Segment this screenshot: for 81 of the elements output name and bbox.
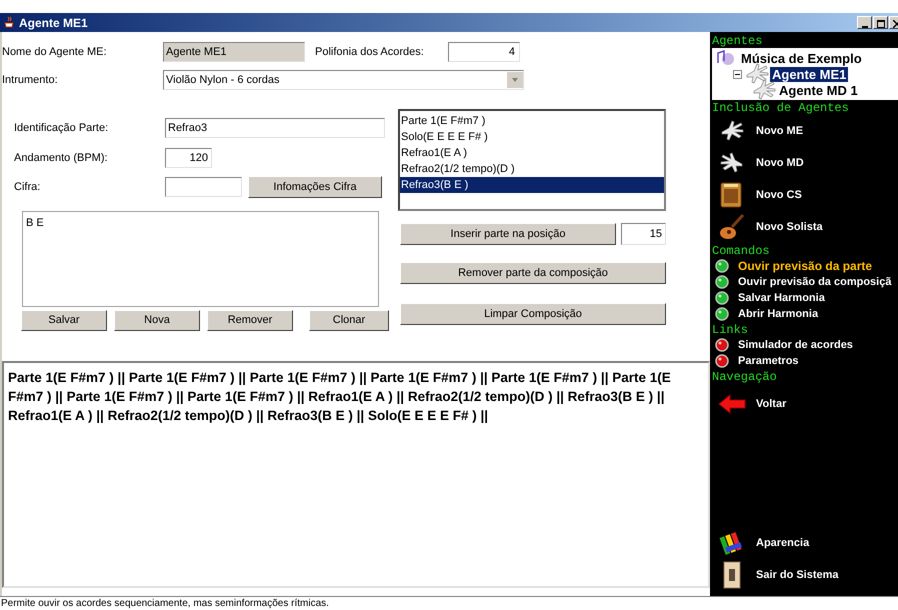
position-field[interactable]: 15 [621,223,666,245]
bullet-icon [715,291,729,305]
list-item[interactable]: Solo(E E E E F# ) [400,129,664,145]
field-label: Nome do Agente ME: [2,44,108,60]
status-bar: Permite ouvir os acordes sequenciamente, mas seminformações rítmicas. [0,596,898,610]
sidebar-link[interactable]: Voltar [712,384,898,424]
link-label: Novo MD [756,156,804,171]
part-action-button[interactable]: Nova [114,310,200,331]
insert-part-button[interactable]: Inserir parte na posição [400,223,616,245]
link-label: Abrir Harmonia [738,306,818,322]
crayons-icon [719,530,745,556]
window-title: Agente ME1 [19,14,88,32]
link-label: Ouvir previsão da composiçã [738,274,892,290]
field-label: Identificação Parte: [14,120,110,136]
tree-item[interactable]: Música de Exemplo [739,50,864,66]
sidebar-link[interactable]: Novo Solista [712,211,898,243]
chord-field[interactable] [165,177,242,197]
sidebar-link[interactable]: Abrir Harmonia [712,306,898,322]
part-action-button[interactable]: Remover [207,310,293,331]
link-label: Novo ME [756,124,804,139]
light-switch-icon [723,561,741,589]
sidebar-link[interactable]: Salvar Harmonia [712,290,898,306]
music-note-icon [715,50,735,66]
field-label: Cifra: [14,180,42,195]
bullet-icon [715,275,729,289]
link-label: Novo Solista [756,220,823,235]
sidebar-link[interactable]: Sair do Sistema [712,559,898,591]
section-heading: Agentes [712,34,764,48]
part-id-field[interactable]: Refrao3 [165,118,385,138]
section-heading: Inclusão de Agentes [712,101,850,115]
link-label: Voltar [756,396,786,412]
link-label: Novo CS [756,188,802,203]
instrument-dropdown[interactable]: Violão Nylon - 6 cordas [163,70,524,90]
sidebar-link[interactable]: Simulador de acordes [712,337,898,353]
sidebar-link[interactable]: Ouvir previsão da composiçã [712,274,898,290]
composition-text-area[interactable]: Parte 1(E F#m7 ) || Parte 1(E F#m7 ) || Parte 1(E F#m7 ) || Parte 1(E F#m7 ) || Parte 1(E F#m7 ) || Parte 1(E F#m7 ) || Parte 1(E F#m7 ) || Parte 1(E F#m7 ) || Refrao1(E A ) || Refrao2(1/2 tempo)(D ) || Refrao3(B E ) || Refrao1(E A ) || Refrao2(1/2 tempo)(D ) || Refrao3(B E ) || Solo(E E E E F# ) || [2,361,710,588]
sidebar-link[interactable]: Ouvir previsão da parte [712,258,898,274]
part-action-button[interactable]: Clonar [309,310,389,331]
left-arrow-icon [718,393,746,415]
collapse-icon[interactable] [733,70,742,78]
remove-part-button[interactable]: Remover parte da composição [400,262,666,284]
list-item[interactable]: Refrao1(E A ) [400,145,664,161]
link-label: Sair do Sistema [756,568,839,583]
maximize-icon [876,20,884,28]
polyphony-field[interactable]: 4 [448,42,520,62]
link-label: Simulador de acordes [738,338,853,353]
bullet-icon [715,307,729,321]
guitar-icon [719,213,745,241]
section-heading: Navegação [712,370,778,384]
list-item[interactable]: Refrao3(B E ) [400,177,664,193]
link-label: Aparencia [756,536,810,551]
agent-name-field[interactable]: Agente ME1 [163,42,305,62]
java-cup-icon [3,16,15,29]
chord-info-button[interactable]: Infomações Cifra [248,176,382,198]
part-action-button[interactable]: Salvar [21,310,107,331]
link-label: Parametros [738,354,799,369]
maximize-button[interactable] [873,16,888,29]
minimize-icon [862,24,868,28]
field-label: Polifonia dos Acordes: [315,44,425,60]
field-label: Andamento (BPM): [14,150,109,166]
bullet-icon [715,259,729,273]
link-label: Ouvir previsão da parte [738,258,872,275]
sidebar-link[interactable]: Novo CS [712,179,898,211]
dropdown-value: Violão Nylon - 6 cordas [166,72,280,88]
chords-text-area[interactable]: B E [22,211,379,307]
minimize-button[interactable] [857,16,872,29]
field-label: Intrumento: [2,72,59,88]
section-heading: Links [712,323,750,337]
link-label: Salvar Harmonia [738,290,825,306]
sidebar-link[interactable]: Novo ME [712,115,898,147]
section-heading: Comandos [712,244,771,258]
list-item[interactable]: Parte 1(E F#m7 ) [400,113,664,129]
list-item[interactable]: Refrao2(1/2 tempo)(D ) [400,161,664,177]
clear-composition-button[interactable]: Limpar Composição [400,303,666,325]
tempo-field[interactable]: 120 [165,148,212,168]
sidebar-link[interactable]: Novo MD [712,147,898,179]
tree-item[interactable]: Agente ME1 [770,66,848,82]
sidebar-link[interactable]: Parametros [712,353,898,369]
bullet-icon [715,338,729,352]
sidebar-link[interactable]: Aparencia [712,527,898,559]
bullet-icon [715,354,729,368]
